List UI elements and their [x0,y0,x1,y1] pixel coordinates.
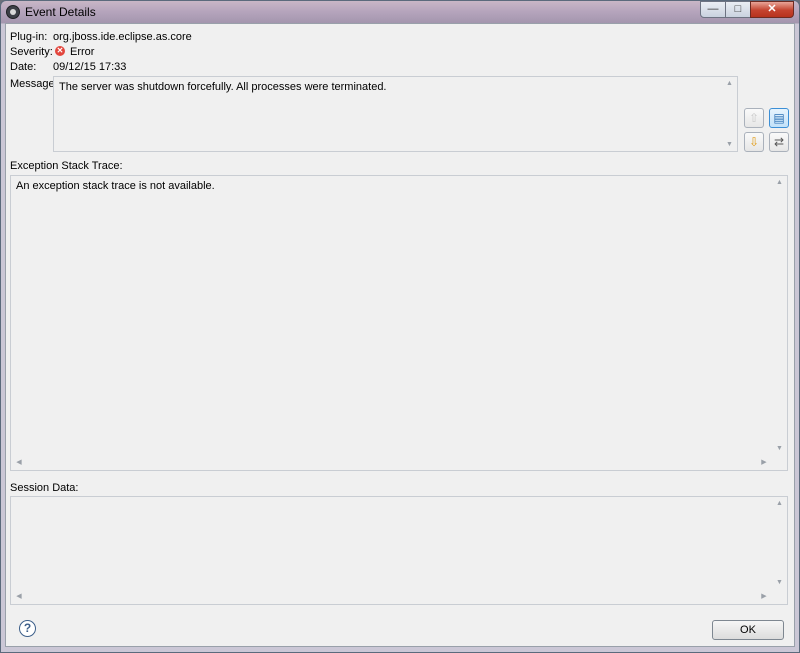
plugin-label: Plug-in: [10,31,48,43]
help-button[interactable]: ? [19,620,36,637]
next-event-button[interactable]: ⇩ [744,132,764,152]
scroll-left-icon[interactable]: ◀ [13,458,25,466]
session-vertical-scrollbar[interactable]: ▲ ▼ [772,497,787,589]
plugin-value: org.jboss.ide.eclipse.as.core [53,31,192,43]
exception-horizontal-scrollbar[interactable]: ◀ ▶ [11,455,772,470]
maximize-button[interactable]: □ [725,1,751,18]
scroll-down-icon[interactable]: ▼ [722,141,737,148]
exception-vertical-scrollbar[interactable]: ▲ ▼ [772,176,787,455]
previous-event-button[interactable]: ⇧ [744,108,764,128]
message-text: The server was shutdown forcefully. All … [59,81,387,93]
message-vertical-scrollbar[interactable]: ▲ ▼ [722,77,737,151]
session-data-label: Session Data: [10,482,79,494]
date-label: Date: [10,61,37,73]
dialog-content: Plug-in: org.jboss.ide.eclipse.as.core S… [5,23,795,647]
arrow-up-icon: ⇧ [748,111,760,125]
exception-stack-trace-area[interactable]: An exception stack trace is not availabl… [10,175,788,471]
filter-button[interactable]: ⇄ [769,132,789,152]
minimize-button[interactable]: — [700,1,726,18]
scroll-down-icon[interactable]: ▼ [772,579,787,586]
copy-button[interactable]: ▤ [769,108,789,128]
error-icon: ✕ [55,46,65,56]
close-button[interactable]: ✕ [750,1,794,18]
scroll-down-icon[interactable]: ▼ [772,445,787,452]
severity-value: Error [70,46,95,58]
window-controls: — □ ✕ [700,1,794,18]
title-bar[interactable]: Event Details — □ ✕ [1,1,799,23]
scroll-up-icon[interactable]: ▲ [772,179,787,186]
eclipse-app-icon [6,5,20,19]
session-data-area[interactable]: ▲ ▼ ◀ ▶ [10,496,788,605]
date-value: 09/12/15 17:33 [53,61,127,73]
scroll-right-icon[interactable]: ▶ [758,458,770,466]
scroll-right-icon[interactable]: ▶ [758,592,770,600]
session-horizontal-scrollbar[interactable]: ◀ ▶ [11,589,772,604]
exception-label: Exception Stack Trace: [10,160,123,172]
scroll-up-icon[interactable]: ▲ [772,500,787,507]
event-details-window: Event Details — □ ✕ Plug-in: org.jboss.i… [0,0,800,653]
ok-button[interactable]: OK [712,620,784,640]
message-textarea[interactable]: The server was shutdown forcefully. All … [53,76,738,152]
scroll-up-icon[interactable]: ▲ [722,80,737,87]
window-title: Event Details [25,5,96,19]
filter-icon: ⇄ [773,135,785,149]
arrow-down-icon: ⇩ [748,135,760,149]
scroll-left-icon[interactable]: ◀ [13,592,25,600]
copy-icon: ▤ [773,111,785,125]
exception-text: An exception stack trace is not availabl… [16,180,215,192]
severity-label: Severity: [10,46,53,58]
message-label: Message: [10,78,58,90]
